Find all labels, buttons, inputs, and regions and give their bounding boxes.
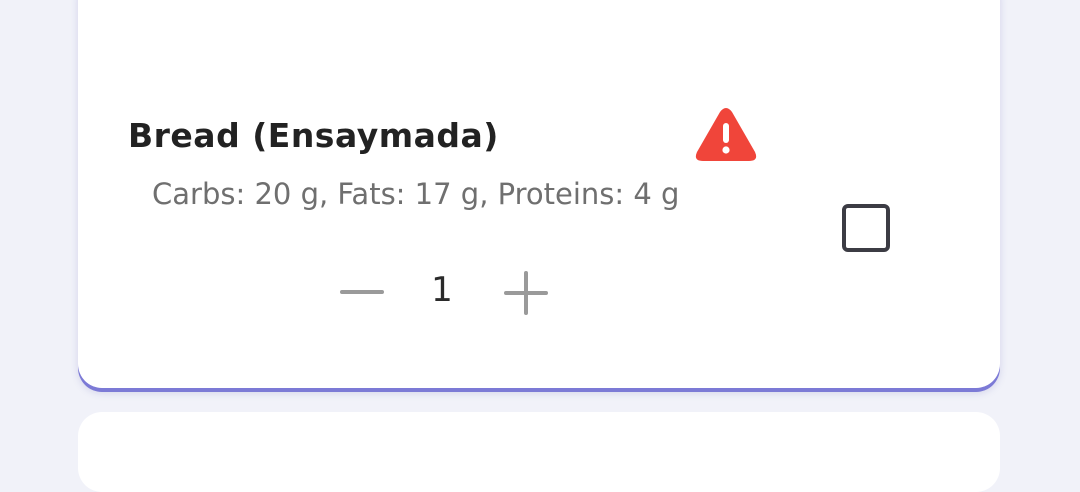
next-food-item-card (78, 412, 1000, 492)
quantity-value: 1 (431, 270, 453, 310)
decrease-quantity-button[interactable] (336, 266, 388, 318)
select-food-checkbox[interactable] (842, 204, 890, 252)
food-item-name: Bread (Ensaymada) (128, 116, 499, 155)
warning-triangle-icon[interactable] (694, 106, 758, 164)
quantity-stepper: 1 (336, 262, 552, 322)
increase-quantity-button[interactable] (502, 266, 554, 318)
food-item-macros: Carbs: 20 g, Fats: 17 g, Proteins: 4 g (152, 177, 680, 211)
